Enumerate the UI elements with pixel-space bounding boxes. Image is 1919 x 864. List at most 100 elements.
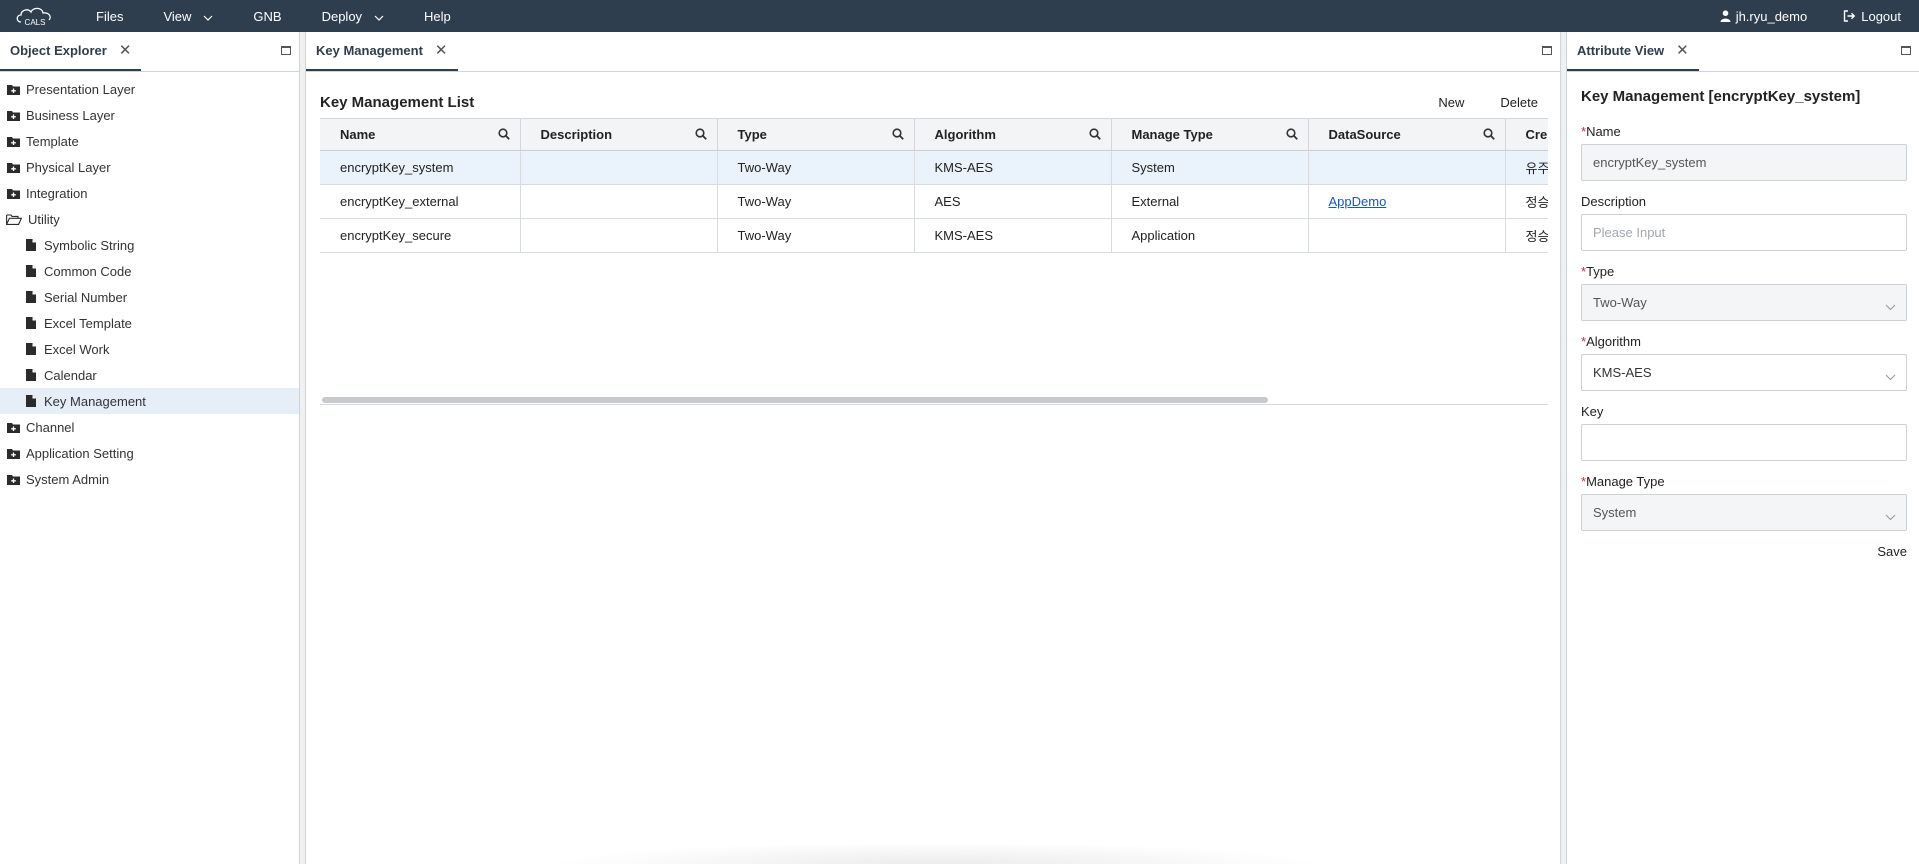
cell-manage-type: System (1111, 150, 1309, 185)
chevron-down-icon (1885, 509, 1896, 524)
tree-item-label: Excel Template (44, 315, 132, 331)
cell-name: encryptKey_system (320, 150, 521, 185)
cell-manage-type: External (1111, 184, 1309, 219)
tree-item-excel-work[interactable]: Excel Work (0, 336, 299, 362)
close-icon[interactable]: ✕ (1676, 41, 1689, 59)
key-input[interactable] (1581, 424, 1907, 461)
menu-files[interactable]: Files (76, 0, 143, 32)
tab-key-management[interactable]: Key Management ✕ (306, 31, 458, 71)
search-icon[interactable] (694, 128, 707, 143)
folder-plus-icon (6, 446, 20, 460)
chevron-down-icon (1885, 299, 1896, 314)
description-input[interactable]: Please Input (1581, 214, 1907, 251)
tree-item-business-layer[interactable]: Business Layer (0, 102, 299, 128)
menu-view[interactable]: View (143, 0, 233, 32)
tree-item-integration[interactable]: Integration (0, 180, 299, 206)
tree-item-common-code[interactable]: Common Code (0, 258, 299, 284)
topbar-right: jh.ryu_demo Logout (1702, 0, 1919, 32)
maximize-icon[interactable] (1542, 46, 1552, 55)
column-header-description[interactable]: Description (520, 118, 718, 151)
tree-item-template[interactable]: Template (0, 128, 299, 154)
key-table: Name Description Type Algorithm Manage T… (320, 118, 1548, 253)
column-header-name[interactable]: Name (320, 118, 521, 151)
menu-files-label: Files (96, 8, 124, 24)
cell-creator: 유주 (1505, 150, 1548, 185)
column-header-creator[interactable]: Cre (1505, 118, 1548, 151)
algorithm-select[interactable]: KMS-AES (1581, 354, 1907, 391)
tree-item-label: Utility (28, 211, 60, 227)
folder-plus-icon (6, 472, 20, 486)
maximize-icon[interactable] (281, 46, 291, 55)
cell-description (520, 184, 718, 219)
user-name: jh.ryu_demo (1735, 8, 1808, 24)
tree-item-label: System Admin (26, 471, 110, 487)
tree-item-symbolic-string[interactable]: Symbolic String (0, 232, 299, 258)
search-icon[interactable] (1482, 128, 1495, 143)
close-icon[interactable]: ✕ (435, 41, 448, 59)
close-icon[interactable]: ✕ (119, 41, 132, 59)
tree-item-excel-template[interactable]: Excel Template (0, 310, 299, 336)
table-row[interactable]: encryptKey_system Two-Way KMS-AES System… (320, 150, 1548, 185)
tree-item-label: Calendar (44, 367, 97, 383)
menu-gnb-label: GNB (253, 8, 282, 24)
tab-object-explorer[interactable]: Object Explorer ✕ (0, 31, 142, 71)
key-management-grid: Name Description Type Algorithm Manage T… (320, 118, 1548, 368)
menu-gnb[interactable]: GNB (233, 0, 301, 32)
datasource-link[interactable]: AppDemo (1329, 194, 1387, 209)
tree-item-calendar[interactable]: Calendar (0, 362, 299, 388)
tree-item-channel[interactable]: Channel (0, 414, 299, 440)
cell-type: Two-Way (717, 184, 915, 219)
tree-item-application-setting[interactable]: Application Setting (0, 440, 299, 466)
cell-datasource (1308, 218, 1506, 253)
menu-deploy[interactable]: Deploy (302, 0, 404, 32)
user-menu[interactable]: jh.ryu_demo (1702, 9, 1826, 24)
tree-item-key-management[interactable]: Key Management (0, 388, 299, 414)
delete-button[interactable]: Delete (1488, 95, 1550, 110)
folder-open-icon (6, 212, 22, 226)
tree-item-label: Key Management (44, 393, 146, 409)
folder-plus-icon (6, 186, 20, 200)
scrollbar-thumb[interactable] (322, 397, 1268, 403)
tree-item-presentation-layer[interactable]: Presentation Layer (0, 76, 299, 102)
file-icon (24, 316, 38, 330)
list-actions: New Delete (1414, 95, 1550, 110)
column-header-label: Cre (1525, 127, 1548, 142)
logout-button[interactable]: Logout (1825, 9, 1919, 24)
tree-item-physical-layer[interactable]: Physical Layer (0, 154, 299, 180)
tree-item-serial-number[interactable]: Serial Number (0, 284, 299, 310)
column-header-label: Name (340, 127, 376, 142)
search-icon[interactable] (1088, 128, 1101, 143)
tree-item-system-admin[interactable]: System Admin (0, 466, 299, 492)
table-row[interactable]: encryptKey_secure Two-Way KMS-AES Applic… (320, 218, 1548, 253)
search-icon[interactable] (497, 128, 510, 143)
cell-type: Two-Way (717, 218, 915, 253)
maximize-icon[interactable] (1901, 46, 1911, 55)
column-header-manage-type[interactable]: Manage Type (1111, 118, 1309, 151)
new-button[interactable]: New (1426, 95, 1476, 110)
search-icon[interactable] (1285, 128, 1298, 143)
search-icon[interactable] (891, 128, 904, 143)
cell-algorithm: KMS-AES (914, 218, 1112, 253)
label-text: Name (1586, 124, 1621, 139)
cell-creator: 정승 (1505, 218, 1548, 253)
manage-type-select[interactable]: System (1581, 494, 1907, 531)
save-button[interactable]: Save (1877, 544, 1907, 559)
cals-logo[interactable]: CALS (8, 0, 62, 32)
cell-algorithm: KMS-AES (914, 150, 1112, 185)
column-header-algorithm[interactable]: Algorithm (914, 118, 1112, 151)
horizontal-scrollbar[interactable] (320, 396, 1548, 404)
menu-help[interactable]: Help (404, 0, 471, 32)
attribute-form: Key Management [encryptKey_system] *Name… (1581, 88, 1907, 559)
table-row[interactable]: encryptKey_external Two-Way AES External… (320, 184, 1548, 219)
type-select[interactable]: Two-Way (1581, 284, 1907, 321)
column-header-type[interactable]: Type (717, 118, 915, 151)
name-field[interactable]: encryptKey_system (1581, 144, 1907, 181)
list-title: Key Management List (320, 93, 475, 111)
grid-bottom-divider (320, 404, 1548, 405)
tree-item-utility[interactable]: Utility (0, 206, 299, 232)
file-icon (24, 264, 38, 278)
key-label: Key (1581, 404, 1907, 420)
tab-attribute-view[interactable]: Attribute View ✕ (1567, 31, 1699, 71)
column-header-datasource[interactable]: DataSource (1308, 118, 1506, 151)
tab-label: Attribute View (1577, 42, 1665, 58)
